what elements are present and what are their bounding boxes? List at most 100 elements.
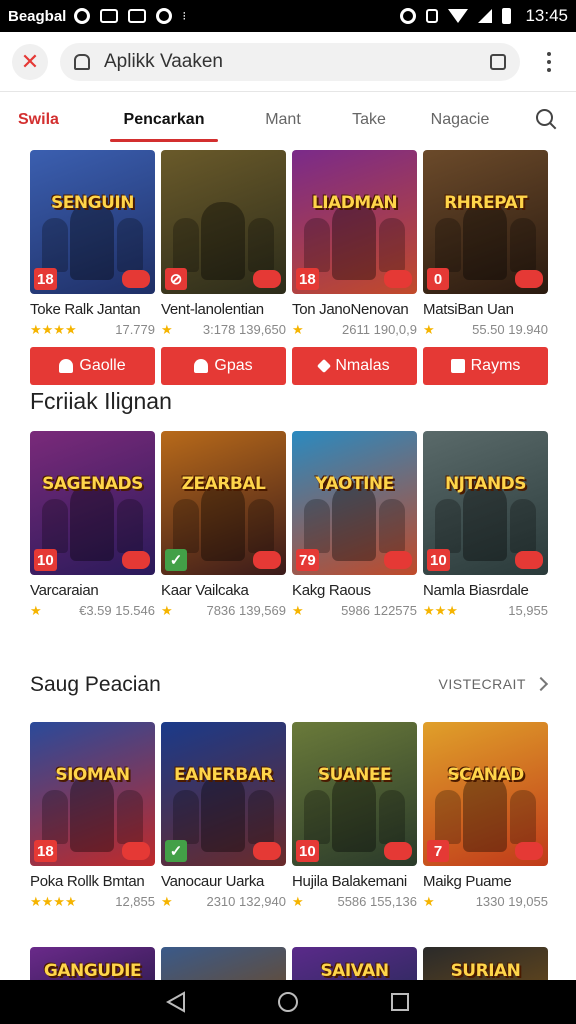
cover-figure [463,202,507,280]
game-card[interactable]: ZEARBAL ✓ Kaar Vailcaka ★ 7836 139,569 [161,431,286,619]
tab-nagacie[interactable]: Nagacie [420,96,500,144]
cover-figure [510,499,536,553]
more-options-icon[interactable] [534,51,564,72]
gpas-button[interactable]: Gpas [161,347,286,385]
game-card[interactable]: SAIVAN [292,947,417,980]
star-rating-icon: ★ [161,603,173,618]
gpas-label: Gpas [214,357,253,374]
game-card[interactable]: ⊘ Vent-lanolentian ★ 3:178 139,650 [161,150,286,338]
game-cover-image[interactable]: SURIAN [423,947,548,980]
alarm-icon [400,8,417,24]
game-title[interactable]: Poka Rollk Bmtan [30,873,155,890]
game-title[interactable]: Kakg Raous [292,582,417,599]
game-cover-image[interactable]: RHREPAT 0 [423,150,548,294]
cover-figure [248,218,274,272]
game-cover-image[interactable] [161,947,286,980]
game-card[interactable]: SIOMAN 18 Poka Rollk Bmtan ★★★★ 12,855 [30,722,155,910]
game-cover-image[interactable]: LIADMAN 18 [292,150,417,294]
game-card[interactable]: SURIAN [423,947,548,980]
gaolle-button[interactable]: Gaolle [30,347,155,385]
cover-title: SUANEE [317,765,392,786]
game-cover-image[interactable]: SAIVAN [292,947,417,980]
star-rating-icon: ★ [292,894,304,909]
game-cover-image[interactable]: SAGENADS 10 [30,431,155,575]
nmalas-button[interactable]: Nmalas [292,347,417,385]
game-card[interactable]: SUANEE 10 Hujila Balakemani ★ 5586 155,136 [292,722,417,910]
game-meta: ★ €3.59 15.546 [30,603,155,619]
download-icon [128,9,147,23]
game-card[interactable]: YAOTINE 79 Kakg Raous ★ 5986 122575 [292,431,417,619]
cover-title: YAOTINE [315,474,394,495]
tab-pencarkan[interactable]: Pencarkan [110,96,218,144]
game-cover-image[interactable]: GANGUDIE [30,947,155,980]
star-rating-icon: ★ [161,894,173,909]
rating-and-downloads: €3.59 15.546 [79,603,155,618]
game-card[interactable]: GANGUDIE [30,947,155,980]
home-icon[interactable] [277,991,299,1013]
game-card[interactable]: RHREPAT 0 MatsiBan Uan ★ 55.50 19.940 [423,150,548,338]
game-cover-image[interactable]: SIOMAN 18 [30,722,155,866]
wifi-icon [448,9,469,23]
publisher-badge-icon [515,551,543,569]
cover-figure [70,202,114,280]
game-cover-image[interactable]: SENGUIN 18 [30,150,155,294]
cover-title: ZEARBAL [181,474,266,495]
game-row-3: SIOMAN 18 Poka Rollk Bmtan ★★★★ 12,855 EANERB… [30,722,548,910]
mail-icon [100,9,119,23]
game-card[interactable]: SAGENADS 10 Varcaraian ★ €3.59 15.546 [30,431,155,619]
publisher-badge-icon [122,551,150,569]
cover-figure [463,483,507,561]
game-title[interactable]: Kaar Vailcaka [161,582,286,599]
game-cover-image[interactable]: ⊘ [161,150,286,294]
close-icon: ✕ [20,48,40,74]
game-cover-image[interactable]: SCANAD 7 [423,722,548,866]
star-rating-icon: ★ [423,322,435,337]
tabs-icon[interactable] [490,53,506,70]
game-card[interactable]: SCANAD 7 Maikg Puame ★ 1330 19,055 [423,722,548,910]
game-card[interactable]: EANERBAR ✓ Vanocaur Uarka ★ 2310 132,940 [161,722,286,910]
game-title[interactable]: Namla Biasrdale [423,582,548,599]
rating-and-downloads: 2310 132,940 [206,894,286,909]
see-all-link[interactable]: VISTECRAIT [439,676,549,692]
game-cover-image[interactable]: NJTANDS 10 [423,431,548,575]
rating-and-downloads: 2611 190,0,9 [342,322,417,337]
clock: 13:45 [525,6,568,25]
address-text[interactable]: Aplikk Vaaken [104,51,490,73]
age-rating-badge: 7 [427,840,449,862]
game-card[interactable]: LIADMAN 18 Ton JanoNenovan ★ 2611 190,0,9 [292,150,417,338]
cover-figure [173,218,199,272]
game-cover-image[interactable]: YAOTINE 79 [292,431,417,575]
recents-icon[interactable] [390,992,410,1012]
carrier-name: Beagbal [8,7,67,25]
game-meta: ★ 7836 139,569 [161,603,286,619]
cover-figure [173,499,199,553]
cover-figure [173,790,199,844]
publisher-badge-icon [253,270,281,288]
game-cover-image[interactable]: ZEARBAL ✓ [161,431,286,575]
game-card[interactable]: NJTANDS 10 Namla Biasrdale ★★★ 15,955 [423,431,548,619]
game-title[interactable]: Vanocaur Uarka [161,873,286,890]
rayms-button[interactable]: Rayms [423,347,548,385]
home-icon[interactable] [74,53,90,70]
age-rating-badge: 0 [427,268,449,290]
game-title[interactable]: Ton JanoNenovan [292,301,417,318]
close-button[interactable]: ✕ [12,43,48,80]
game-cover-image[interactable]: EANERBAR ✓ [161,722,286,866]
cover-title: SIOMAN [55,765,130,786]
tab-swila[interactable]: Swila [18,96,80,144]
search-icon[interactable] [536,109,558,131]
game-card[interactable] [161,947,286,980]
cover-figure [70,483,114,561]
address-bar[interactable]: Aplikk Vaaken [60,42,520,81]
game-title[interactable]: Maikg Puame [423,873,548,890]
tab-mant[interactable]: Mant [248,96,318,144]
game-title[interactable]: Hujila Balakemani [292,873,417,890]
game-title[interactable]: Varcaraian [30,582,155,599]
game-card[interactable]: SENGUIN 18 Toke Ralk Jantan ★★★★ 17.779 [30,150,155,338]
game-cover-image[interactable]: SUANEE 10 [292,722,417,866]
game-title[interactable]: Toke Ralk Jantan [30,301,155,318]
back-icon[interactable] [165,991,186,1013]
game-title[interactable]: MatsiBan Uan [423,301,548,318]
game-title[interactable]: Vent-lanolentian [161,301,286,318]
tab-take[interactable]: Take [334,96,404,144]
